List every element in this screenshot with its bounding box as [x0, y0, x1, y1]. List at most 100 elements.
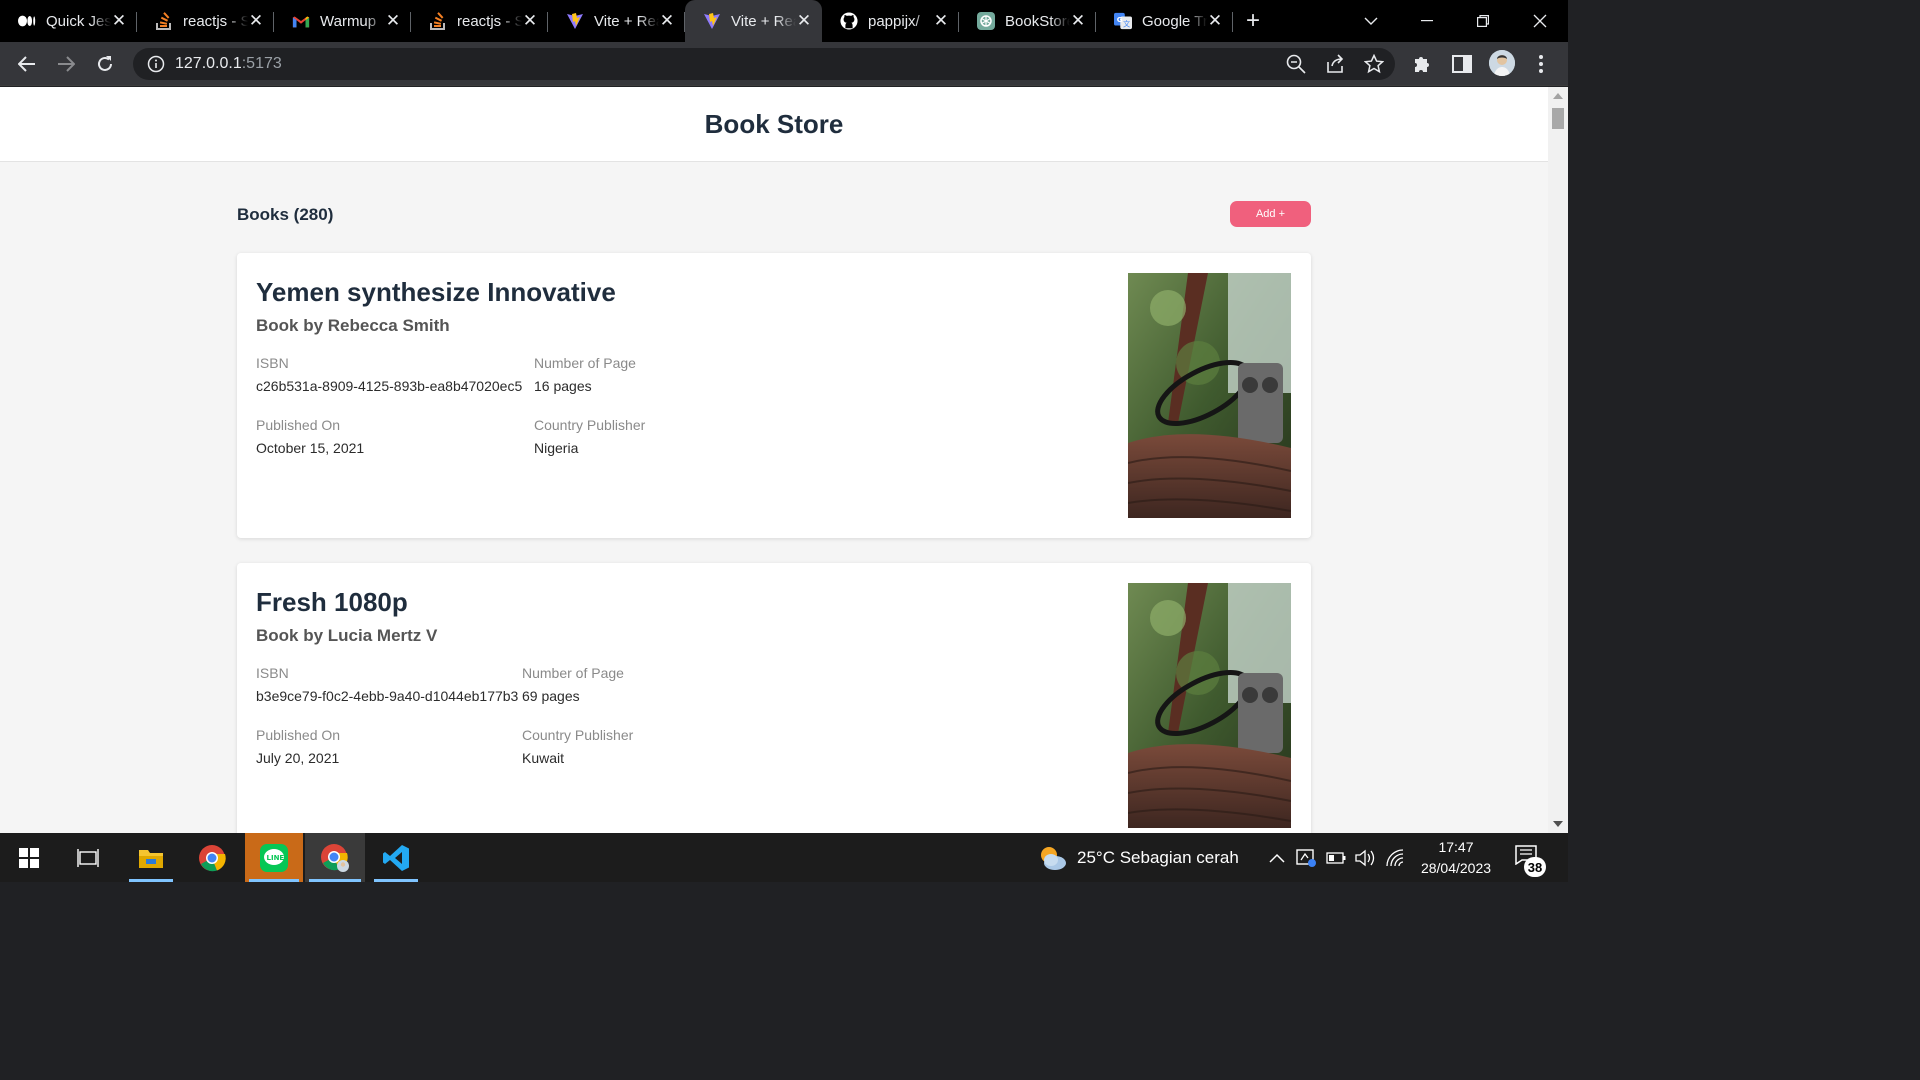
taskbar-vscode[interactable] [370, 833, 422, 882]
reload-button[interactable] [91, 50, 119, 78]
arrow-right-icon [58, 56, 75, 72]
google-translate-icon: G文 [1114, 12, 1132, 30]
tab-vite-react-active[interactable]: Vite + React ✕ [685, 0, 822, 42]
country-value: Kuwait [522, 750, 565, 766]
close-icon[interactable]: ✕ [1207, 11, 1223, 31]
line-app-icon: LINE [260, 843, 288, 872]
tab-reactjs-stack-2[interactable]: reactjs - Stack ✕ [411, 0, 548, 42]
tab-title: BookStore [1005, 12, 1070, 30]
published-label: Published On [256, 727, 341, 743]
meet-now-icon[interactable] [1295, 847, 1317, 869]
book-cover-image [1128, 273, 1291, 518]
close-icon[interactable]: ✕ [796, 11, 812, 31]
chevron-up-icon[interactable] [1266, 847, 1288, 869]
tab-google-translate[interactable]: G文 Google Translate ✕ [1096, 0, 1233, 42]
windows-logo-icon [19, 847, 39, 868]
books-count-heading: Books (280) [237, 205, 334, 224]
info-icon[interactable] [147, 55, 165, 78]
svg-text:文: 文 [1123, 19, 1130, 28]
folder-icon [139, 849, 163, 868]
close-icon[interactable]: ✕ [522, 11, 538, 31]
more-vertical-icon[interactable] [1529, 52, 1553, 76]
restore-button[interactable] [1455, 0, 1511, 42]
task-view-button[interactable] [62, 833, 114, 882]
country-value: Nigeria [534, 440, 579, 456]
new-tab-button[interactable]: + [1233, 0, 1273, 42]
share-icon[interactable] [1325, 54, 1345, 74]
restore-icon [1477, 15, 1489, 27]
weather-cloud-sun-icon[interactable] [1038, 843, 1068, 873]
svg-text:LINE: LINE [267, 854, 285, 862]
tab-gmail-warmup[interactable]: Warmup ✕ [274, 0, 411, 42]
isbn-value: c26b531a-8909-4125-893b-ea8b47020ec5 [256, 378, 523, 394]
tab-title: reactjs - Stack [457, 12, 522, 30]
close-icon[interactable]: ✕ [659, 11, 675, 31]
tab-search-button[interactable] [1343, 0, 1399, 42]
minimize-icon [1421, 20, 1433, 22]
system-clock[interactable]: 17:47 28/04/2023 [1410, 837, 1502, 879]
tab-divider [1232, 12, 1233, 32]
medium-icon [18, 12, 36, 30]
taskbar-file-explorer[interactable] [125, 833, 177, 882]
url-text: 127.0.0.1:5173 [175, 55, 282, 73]
clock-time: 17:47 [1438, 839, 1474, 855]
published-label: Published On [256, 417, 341, 433]
close-icon[interactable]: ✕ [1070, 11, 1086, 31]
wifi-icon[interactable] [1385, 847, 1407, 869]
minimize-button[interactable] [1399, 0, 1455, 42]
isbn-label: ISBN [256, 355, 289, 371]
battery-icon[interactable] [1325, 847, 1347, 869]
vscode-icon [383, 844, 409, 871]
taskbar-chrome[interactable] [186, 833, 238, 882]
book-author: Book by Rebecca Smith [256, 316, 450, 335]
taskbar-chrome-profile[interactable] [305, 833, 365, 882]
tab-title: pappijx/ [868, 12, 920, 30]
tab-title: reactjs - Stack [183, 12, 248, 30]
published-value: October 15, 2021 [256, 440, 365, 456]
book-cover-image [1128, 583, 1291, 828]
add-book-button[interactable]: Add + [1230, 201, 1311, 227]
tab-vite-react-1[interactable]: Vite + React ✕ [548, 0, 685, 42]
start-button[interactable] [3, 833, 55, 882]
svg-text:G: G [1117, 15, 1123, 24]
close-icon[interactable]: ✕ [111, 11, 127, 31]
vite-icon [566, 12, 584, 30]
clock-date: 28/04/2023 [1420, 860, 1492, 876]
scrollbar-thumb[interactable] [1552, 108, 1564, 129]
isbn-label: ISBN [256, 665, 289, 681]
close-window-button[interactable] [1512, 0, 1568, 42]
page-scrollbar[interactable] [1548, 87, 1568, 833]
windows-taskbar: LINE 25°C Sebagian cerah 17:47 28/04/202… [0, 833, 1568, 882]
scroll-down-arrow-icon[interactable] [1553, 821, 1563, 827]
close-icon[interactable]: ✕ [248, 11, 264, 31]
zoom-out-icon[interactable] [1286, 54, 1306, 74]
profile-avatar[interactable] [1489, 50, 1515, 76]
tab-title: Quick Jest [46, 12, 111, 30]
taskbar-line[interactable]: LINE [245, 833, 303, 882]
bookmark-star-icon[interactable] [1364, 54, 1384, 74]
side-panel-icon[interactable] [1450, 52, 1474, 76]
speaker-volume-icon[interactable] [1354, 847, 1376, 869]
extensions-puzzle-icon[interactable] [1411, 52, 1435, 76]
scroll-up-arrow-icon[interactable] [1553, 93, 1563, 99]
task-view-icon [77, 848, 99, 867]
book-card[interactable]: Fresh 1080p Book by Lucia Mertz V ISBN b… [237, 563, 1311, 833]
isbn-value: b3e9ce79-f0c2-4ebb-9a40-d1044eb177b3 [256, 688, 519, 704]
gmail-icon [292, 12, 310, 30]
forward-button[interactable] [52, 50, 80, 78]
pages-value: 69 pages [522, 688, 580, 704]
running-indicator [249, 879, 299, 882]
close-icon[interactable]: ✕ [933, 11, 949, 31]
plus-icon: + [1245, 7, 1260, 34]
book-card[interactable]: Yemen synthesize Innovative Book by Rebe… [237, 253, 1311, 538]
tab-github[interactable]: pappijx/ ✕ [822, 0, 959, 42]
address-bar[interactable]: 127.0.0.1:5173 [133, 48, 1395, 80]
notification-center-button[interactable]: 38 [1514, 845, 1546, 877]
back-button[interactable] [13, 50, 41, 78]
close-icon[interactable]: ✕ [385, 11, 401, 31]
weather-text[interactable]: 25°C Sebagian cerah [1077, 848, 1239, 868]
tab-reactjs-stack-1[interactable]: reactjs - Stack ✕ [137, 0, 274, 42]
tab-quick-jest[interactable]: Quick Jest ✕ [0, 0, 137, 42]
published-value: July 20, 2021 [256, 750, 340, 766]
tab-bookstore-chatgpt[interactable]: BookStore ✕ [959, 0, 1096, 42]
